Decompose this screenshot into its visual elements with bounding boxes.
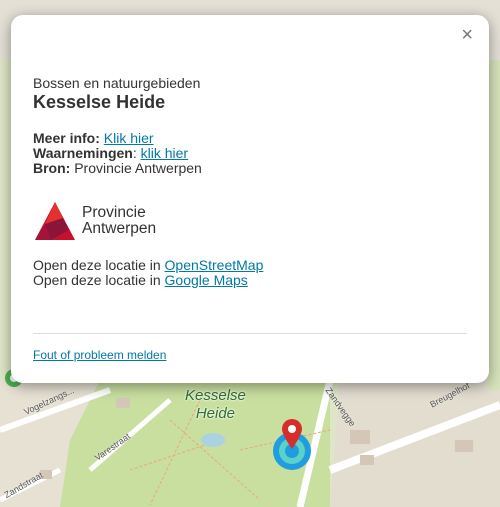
openstreetmap-link[interactable]: OpenStreetMap [165,257,264,273]
logo-mark-icon [35,202,75,240]
close-icon[interactable]: × [461,25,473,45]
open-google-prefix: Open deze locatie in [33,272,161,288]
info-popup: × Bossen en natuurgebieden Kesselse Heid… [11,15,489,383]
provincie-antwerpen-logo: Provincie Antwerpen [33,199,467,243]
waarnemingen-separator: : [132,145,137,161]
google-maps-link[interactable]: Google Maps [165,272,248,288]
map-place-label: Kesselse Heide [185,387,246,423]
bron-label: Bron: [33,160,71,176]
meer-info-link[interactable]: Klik hier [104,130,154,146]
waarnemingen-row: Waarnemingen: klik hier [33,146,467,161]
open-location-links: Open deze locatie in OpenStreetMap Open … [33,258,467,288]
report-problem-link[interactable]: Fout of probleem melden [33,348,166,362]
meer-info-label: Meer info: [33,130,100,146]
bron-row: Bron: Provincie Antwerpen [33,161,467,176]
popup-content: Bossen en natuurgebieden Kesselse Heide … [33,75,467,288]
meer-info-row: Meer info: Klik hier [33,131,467,146]
open-osm-row: Open deze locatie in OpenStreetMap [33,258,467,273]
logo-line1: Provincie [82,204,146,221]
place-label-line2: Heide [195,405,236,422]
popup-category: Bossen en natuurgebieden [33,75,201,91]
logo-line2: Antwerpen [82,220,157,237]
open-osm-prefix: Open deze locatie in [33,257,161,273]
waarnemingen-label: Waarnemingen [33,145,133,161]
open-google-row: Open deze locatie in Google Maps [33,273,467,288]
bron-value: Provincie Antwerpen [74,160,202,176]
popup-title: Kesselse Heide [33,92,166,112]
place-label-line1: Kesselse [185,387,246,404]
waarnemingen-link[interactable]: klik hier [141,145,188,161]
popup-divider [33,333,467,334]
logo-text: Provincie Antwerpen [82,205,156,237]
popup-info: Meer info: Klik hier Waarnemingen: klik … [33,131,467,176]
